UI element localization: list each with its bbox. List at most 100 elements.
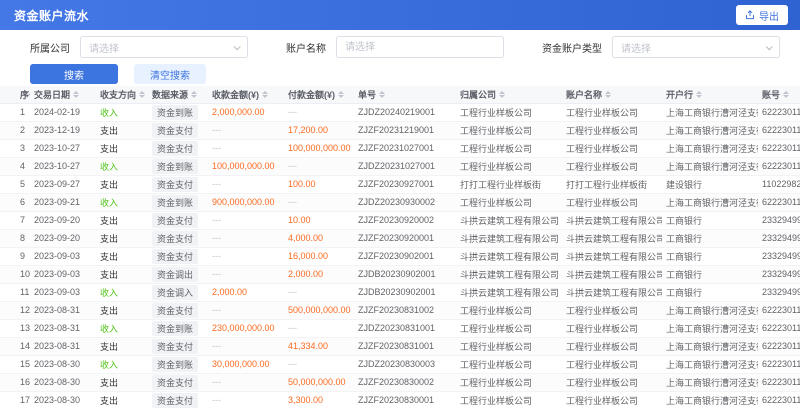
cell-direction: 支出 <box>96 229 148 247</box>
cell-company: 工程行业样板公司 <box>456 193 562 211</box>
source-tag: 资金支付 <box>152 249 198 264</box>
cell-direction: 收入 <box>96 157 148 175</box>
direction-badge: 支出 <box>100 180 118 190</box>
cell-receive: 230,000,000.00 <box>208 319 284 337</box>
cell-no: 17 <box>0 391 30 409</box>
cell-no: 4 <box>0 157 30 175</box>
sort-icon <box>696 91 702 98</box>
cell-order: ZJZF20230927001 <box>354 175 456 193</box>
cell-pay: 50,000,000.00 <box>284 373 354 391</box>
source-tag: 资金支付 <box>152 213 198 228</box>
cell-direction: 支出 <box>96 139 148 157</box>
cell-company: 工程行业样板公司 <box>456 139 562 157</box>
direction-badge: 收入 <box>100 108 118 118</box>
cell-company: 斗拱云建筑工程有限公司 <box>456 265 562 283</box>
sort-icon <box>73 91 79 98</box>
cell-account: 斗拱云建筑工程有限公司 <box>562 265 662 283</box>
source-tag: 资金支付 <box>152 303 198 318</box>
cell-company: 打打工程行业样板街 <box>456 175 562 193</box>
account-type-filter-label: 资金账户类型 <box>542 40 602 55</box>
cell-date: 2023-09-03 <box>30 265 96 283</box>
cell-bank: 上海工商银行漕河泾支行 <box>662 103 758 121</box>
cell-pay: --- <box>284 283 354 301</box>
clear-search-button[interactable]: 清空搜索 <box>134 64 206 84</box>
cell-source: 资金支付 <box>148 139 208 157</box>
account-name-filter-label: 账户名称 <box>286 40 326 55</box>
source-tag: 资金调出 <box>152 267 198 282</box>
cell-date: 2023-09-20 <box>30 211 96 229</box>
direction-badge: 收入 <box>100 324 118 334</box>
table-row: 142023-08-31支出资金支付---41,334.00ZJZF202308… <box>0 337 800 355</box>
cell-receive: 30,000,000.00 <box>208 355 284 373</box>
cell-order: ZJZF20230920002 <box>354 211 456 229</box>
cell-pay: --- <box>284 319 354 337</box>
cell-source: 资金支付 <box>148 301 208 319</box>
cell-receive: 2,000,000.00 <box>208 103 284 121</box>
column-header-source[interactable]: 数据来源 <box>148 86 208 103</box>
account-type-select[interactable]: 请选择 <box>612 36 780 58</box>
export-button[interactable]: 导出 <box>736 5 788 25</box>
cell-no: 3 <box>0 139 30 157</box>
cell-order: ZJZF20231219001 <box>354 121 456 139</box>
cell-company: 工程行业样板公司 <box>456 337 562 355</box>
company-select[interactable]: 请选择 <box>80 36 248 58</box>
account-type-select-placeholder: 请选择 <box>621 40 651 55</box>
column-header-receive[interactable]: 收款金额(¥) <box>208 86 284 103</box>
cell-date: 2023-08-31 <box>30 319 96 337</box>
column-header-account[interactable]: 账户名称 <box>562 86 662 103</box>
cell-company: 斗拱云建筑工程有限公司 <box>456 211 562 229</box>
table-row: 72023-09-20支出资金支付---10.00ZJZF20230920002… <box>0 211 800 229</box>
cell-no: 11 <box>0 283 30 301</box>
direction-badge: 收入 <box>100 288 118 298</box>
cell-direction: 收入 <box>96 193 148 211</box>
source-tag: 资金支付 <box>152 123 198 138</box>
column-header-date[interactable]: 交易日期 <box>30 86 96 103</box>
cell-number: 6222301111736181 <box>758 157 800 175</box>
cell-number: 2332949999233294 <box>758 247 800 265</box>
company-filter: 所属公司 请选择 <box>30 36 248 58</box>
column-header-bank[interactable]: 开户行 <box>662 86 758 103</box>
chevron-down-icon <box>766 43 773 50</box>
cell-direction: 支出 <box>96 211 148 229</box>
cell-company: 斗拱云建筑工程有限公司 <box>456 229 562 247</box>
column-label: 收款金额(¥) <box>212 88 259 101</box>
cell-source: 资金调入 <box>148 283 208 301</box>
cell-number: 6222301111736181 <box>758 319 800 337</box>
cell-direction: 支出 <box>96 373 148 391</box>
cell-account: 斗拱云建筑工程有限公司 <box>562 229 662 247</box>
company-select-placeholder: 请选择 <box>89 40 119 55</box>
cell-receive: 2,000.00 <box>208 283 284 301</box>
sort-icon <box>379 91 385 98</box>
cell-number: 1102298234511022 <box>758 175 800 193</box>
cell-no: 15 <box>0 355 30 373</box>
cell-receive: --- <box>208 139 284 157</box>
sort-icon <box>605 91 611 98</box>
cell-date: 2023-08-30 <box>30 373 96 391</box>
column-header-direction[interactable]: 收支方向 <box>96 86 148 103</box>
cell-bank: 上海工商银行漕河泾支行 <box>662 193 758 211</box>
cell-bank: 上海工商银行漕河泾支行 <box>662 301 758 319</box>
column-header-number[interactable]: 账号 <box>758 86 800 103</box>
account-name-input[interactable] <box>336 36 504 58</box>
cell-no: 7 <box>0 211 30 229</box>
cell-bank: 工商银行 <box>662 283 758 301</box>
action-row: 搜索 清空搜索 <box>0 64 800 86</box>
direction-badge: 支出 <box>100 306 118 316</box>
column-header-order[interactable]: 单号 <box>354 86 456 103</box>
cell-no: 9 <box>0 247 30 265</box>
cell-source: 资金支付 <box>148 391 208 409</box>
table-row: 42023-10-27收入资金到账100,000,000.00---ZJDZ20… <box>0 157 800 175</box>
cell-account: 斗拱云建筑工程有限公司 <box>562 211 662 229</box>
cell-order: ZJDZ20230831001 <box>354 319 456 337</box>
search-button[interactable]: 搜索 <box>30 64 118 84</box>
topbar: 资金账户流水 导出 <box>0 0 800 30</box>
cell-date: 2023-12-19 <box>30 121 96 139</box>
cell-date: 2023-09-27 <box>30 175 96 193</box>
column-header-pay[interactable]: 付款金额(¥) <box>284 86 354 103</box>
cell-order: ZJZF20230831002 <box>354 301 456 319</box>
cell-pay: --- <box>284 157 354 175</box>
cell-no: 13 <box>0 319 30 337</box>
column-header-company[interactable]: 归属公司 <box>456 86 562 103</box>
source-tag: 资金支付 <box>152 375 198 390</box>
table-row: 162023-08-30支出资金支付---50,000,000.00ZJZF20… <box>0 373 800 391</box>
